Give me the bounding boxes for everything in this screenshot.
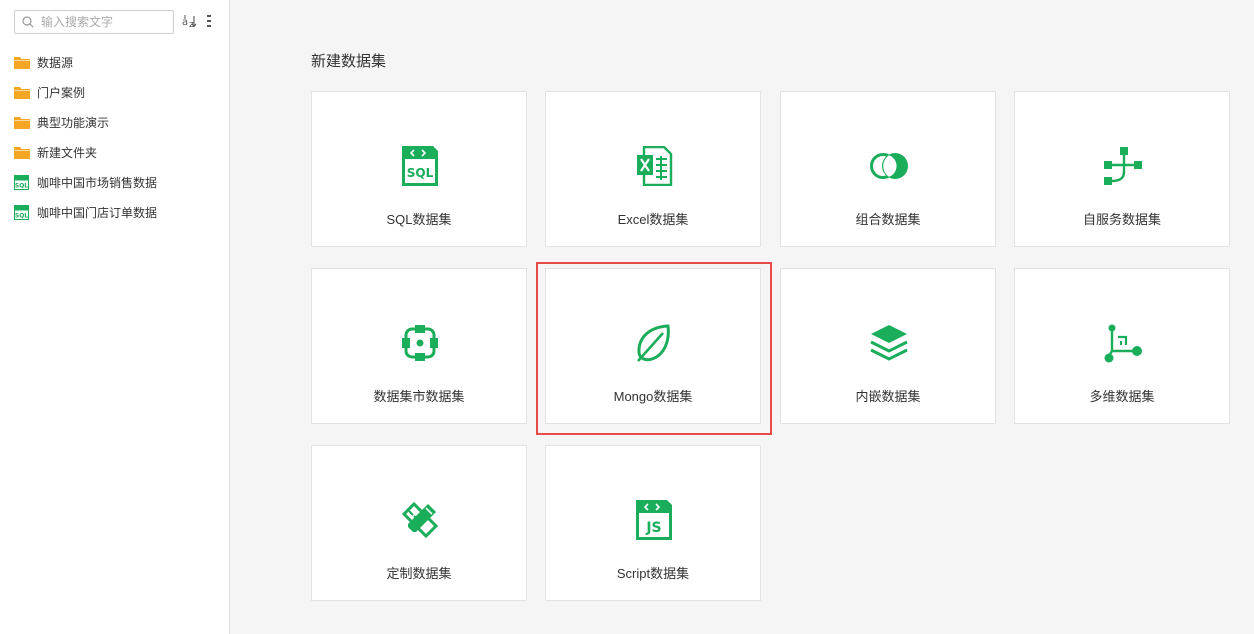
main-panel: 新建数据集 SQL SQL数据集 Excel数据集 组合数据集 自服务数据集 数… bbox=[231, 0, 1254, 634]
sql-icon: SQL bbox=[402, 146, 438, 186]
sql-dataset-icon: SQL bbox=[14, 174, 30, 190]
card-label: Script数据集 bbox=[616, 566, 690, 581]
svg-text:JS: JS bbox=[645, 520, 661, 536]
card-label: 多维数据集 bbox=[1089, 389, 1155, 404]
folder-icon bbox=[14, 114, 30, 130]
card-embedded-dataset[interactable]: 内嵌数据集 bbox=[780, 268, 996, 424]
tree-item-label: 典型功能演示 bbox=[37, 115, 110, 130]
tree-item-label: 咖啡中国市场销售数据 bbox=[37, 175, 158, 190]
card-label: Excel数据集 bbox=[617, 212, 689, 227]
sql-dataset-icon: SQL bbox=[14, 204, 30, 220]
script-js-icon: JS bbox=[636, 500, 672, 540]
tree-item-datasource[interactable]: 数据源 bbox=[14, 47, 228, 77]
tree-item-label: 咖啡中国门店订单数据 bbox=[37, 205, 158, 220]
tree-item-feature-demo[interactable]: 典型功能演示 bbox=[14, 107, 228, 137]
search-box[interactable] bbox=[14, 10, 174, 34]
sort-icon[interactable]: a z bbox=[182, 13, 198, 29]
multidimensional-icon bbox=[1104, 324, 1142, 363]
card-sql-dataset[interactable]: SQL SQL数据集 bbox=[311, 91, 527, 247]
svg-text:SQL: SQL bbox=[407, 166, 434, 180]
card-self-service-dataset[interactable]: 自服务数据集 bbox=[1014, 91, 1230, 247]
card-multidimensional-dataset[interactable]: 多维数据集 bbox=[1014, 268, 1230, 424]
resource-tree: 数据源 门户案例 典型功能演示 新建文件夹 SQL 咖啡中国市场销售数据 SQL… bbox=[14, 47, 228, 227]
card-label: 定制数据集 bbox=[386, 566, 452, 581]
card-excel-dataset[interactable]: Excel数据集 bbox=[545, 91, 761, 247]
excel-icon bbox=[637, 146, 673, 186]
tree-item-coffee-sales[interactable]: SQL 咖啡中国市场销售数据 bbox=[14, 167, 228, 197]
folder-icon bbox=[14, 144, 30, 160]
tree-item-new-folder[interactable]: 新建文件夹 bbox=[14, 137, 228, 167]
tree-item-label: 新建文件夹 bbox=[37, 145, 98, 160]
card-label: 数据集市数据集 bbox=[373, 389, 465, 404]
sidebar: a z 数据源 门户案例 典型功能演 bbox=[0, 0, 230, 634]
card-script-dataset[interactable]: JS Script数据集 bbox=[545, 445, 761, 601]
self-service-icon bbox=[1104, 147, 1142, 185]
embedded-layers-icon bbox=[870, 325, 908, 361]
page-title: 新建数据集 bbox=[311, 53, 387, 70]
svg-text:SQL: SQL bbox=[15, 182, 28, 189]
tree-item-label: 门户案例 bbox=[37, 85, 86, 100]
card-data-mart-dataset[interactable]: 数据集市数据集 bbox=[311, 268, 527, 424]
svg-text:z: z bbox=[189, 20, 194, 29]
card-label: 组合数据集 bbox=[855, 212, 921, 227]
card-combined-dataset[interactable]: 组合数据集 bbox=[780, 91, 996, 247]
search-row: a z bbox=[14, 10, 224, 34]
data-mart-icon bbox=[402, 325, 438, 361]
folder-icon bbox=[14, 84, 30, 100]
card-label: 自服务数据集 bbox=[1082, 212, 1161, 227]
card-mongo-dataset[interactable]: Mongo数据集 bbox=[545, 268, 761, 424]
tree-item-label: 数据源 bbox=[37, 55, 74, 70]
folder-icon bbox=[14, 54, 30, 70]
more-menu-icon[interactable] bbox=[205, 13, 213, 29]
card-label: 内嵌数据集 bbox=[855, 389, 921, 404]
card-custom-dataset[interactable]: 定制数据集 bbox=[311, 445, 527, 601]
tree-item-coffee-orders[interactable]: SQL 咖啡中国门店订单数据 bbox=[14, 197, 228, 227]
svg-text:SQL: SQL bbox=[15, 212, 28, 219]
search-icon bbox=[22, 16, 34, 28]
combine-icon bbox=[870, 153, 908, 179]
tree-item-portal-cases[interactable]: 门户案例 bbox=[14, 77, 228, 107]
custom-pencil-icon bbox=[401, 501, 439, 539]
card-label: Mongo数据集 bbox=[613, 389, 693, 404]
search-input[interactable] bbox=[41, 13, 169, 31]
mongo-leaf-icon bbox=[637, 324, 670, 362]
card-label: SQL数据集 bbox=[386, 212, 452, 227]
